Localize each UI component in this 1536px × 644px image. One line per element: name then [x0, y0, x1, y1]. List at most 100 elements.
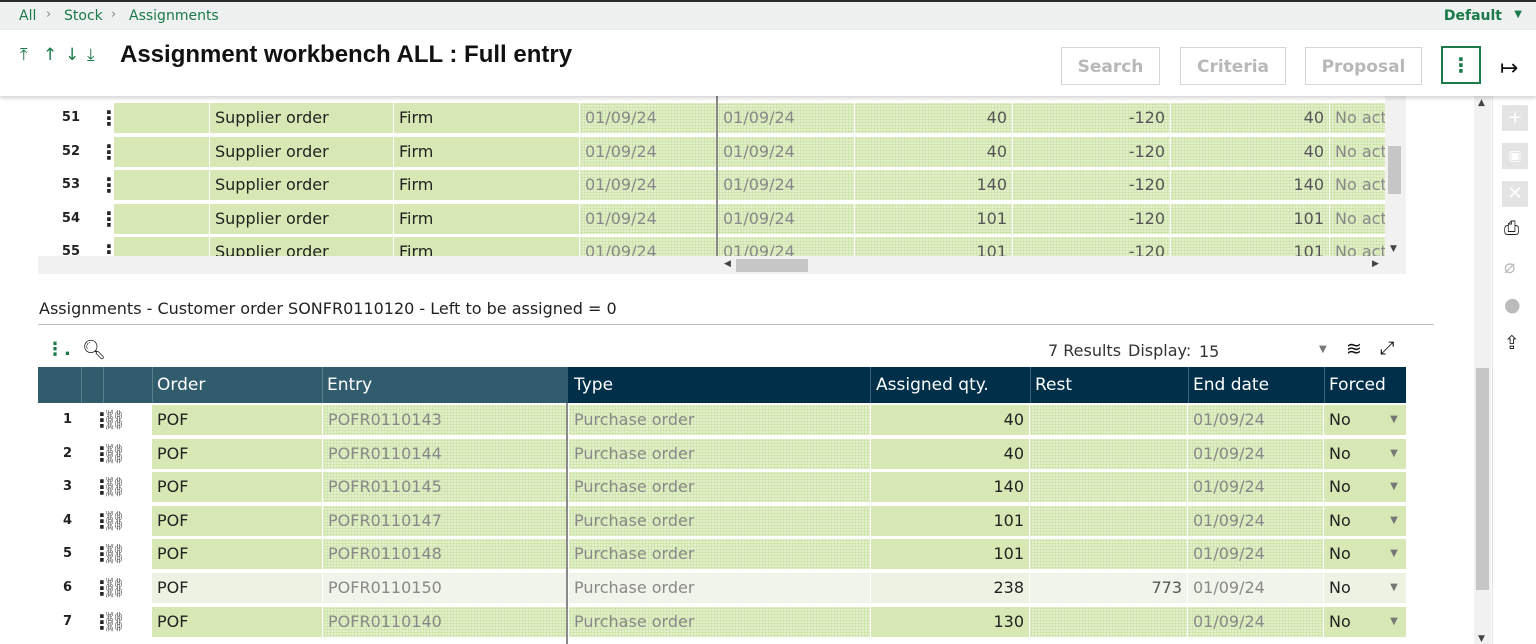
cell-rest[interactable] — [1030, 438, 1187, 469]
table-row[interactable]: 1 ⋮ ⛓ POF POFR0110143 Purchase order 40 01/09/2… — [38, 405, 1406, 435]
cell-qty[interactable]: 140 — [1171, 170, 1329, 201]
upper-hscrollbar[interactable]: ◀ ▶ — [38, 256, 1406, 274]
table-row[interactable]: 53 ⋮ Supplier order Firm 01/09/24 01/09/24 140… — [38, 170, 1390, 201]
table-row[interactable]: 7 ⋮ ⛓ POF POFR0110140 Purchase order 130 01/09/… — [38, 606, 1406, 637]
cell-action[interactable]: No act — [1330, 136, 1390, 167]
cell-qty[interactable]: -120 — [1013, 103, 1170, 133]
cell-date[interactable]: 01/09/24 — [718, 237, 854, 256]
comment-icon[interactable]: ● — [1504, 294, 1521, 316]
cell-rest[interactable] — [1030, 606, 1187, 637]
column-header-entry[interactable]: Entry — [322, 367, 377, 403]
cell-entry[interactable]: POFR0110147 — [323, 505, 566, 536]
cell-end-date[interactable]: 01/09/24 — [1188, 438, 1323, 469]
cell-type[interactable]: Purchase order — [569, 606, 870, 637]
table-row[interactable]: 55 ⋮ Supplier order Firm 01/09/24 01/09/24 101… — [38, 237, 1390, 256]
cell-order[interactable]: POF — [152, 438, 322, 469]
previous-record-icon[interactable]: ↑ — [43, 45, 57, 65]
breadcrumb-assignments[interactable]: Assignments — [129, 8, 219, 24]
cell-rest[interactable] — [1030, 472, 1187, 503]
cell-entry[interactable]: POFR0110144 — [323, 438, 566, 469]
cell-order[interactable]: POF — [152, 573, 322, 603]
criteria-button[interactable]: Criteria — [1180, 47, 1286, 85]
forced-select[interactable]: No ▼ — [1324, 573, 1406, 603]
search-button[interactable]: Search — [1061, 47, 1160, 85]
cell-type[interactable]: Supplier order — [210, 136, 393, 167]
cell-action[interactable]: No act — [1330, 203, 1390, 234]
cell-qty[interactable]: -120 — [1013, 136, 1170, 167]
breadcrumb-all[interactable]: All — [19, 8, 36, 24]
cell-type[interactable]: Purchase order — [569, 505, 870, 536]
cell-status[interactable]: Firm — [394, 170, 579, 201]
layers-icon[interactable]: ≋ — [1346, 338, 1362, 360]
link-icon[interactable]: ⛓ — [102, 539, 126, 569]
cell-qty[interactable]: 40 — [1171, 136, 1329, 167]
cell-entry[interactable]: POFR0110150 — [323, 573, 566, 603]
add-icon[interactable]: + — [1502, 105, 1528, 131]
cell-date[interactable]: 01/09/24 — [580, 103, 716, 133]
cell-entry[interactable]: POFR0110140 — [323, 606, 566, 637]
cell-order[interactable]: POF — [152, 405, 322, 435]
cell-qty[interactable]: -120 — [1013, 237, 1170, 256]
share-icon[interactable]: ⇪ — [1504, 332, 1520, 354]
forced-select[interactable]: No ▼ — [1324, 505, 1406, 536]
cell-status[interactable]: Firm — [394, 136, 579, 167]
cell-action[interactable]: No act — [1330, 103, 1390, 133]
cell-date[interactable]: 01/09/24 — [718, 136, 854, 167]
close-icon[interactable]: ✕ — [1502, 181, 1528, 207]
print-icon[interactable]: ⎙ — [1504, 217, 1519, 239]
cell-status[interactable]: Firm — [394, 203, 579, 234]
cell-qty[interactable]: 101 — [1171, 237, 1329, 256]
link-icon[interactable]: ⛓ — [102, 573, 126, 603]
cell-qty[interactable]: 140 — [855, 170, 1012, 201]
cell-entry[interactable]: POFR0110148 — [323, 539, 566, 570]
cell-blank[interactable] — [114, 203, 209, 234]
grid-actions-icon[interactable]: ⋮. — [46, 339, 71, 360]
caret-down-icon[interactable]: ▼ — [1382, 573, 1406, 603]
cell-rest[interactable] — [1030, 539, 1187, 570]
caret-down-icon[interactable]: ▼ — [1382, 506, 1406, 536]
caret-down-icon[interactable]: ▼ — [1382, 405, 1406, 435]
cell-qty[interactable]: 101 — [1171, 203, 1329, 234]
cell-assigned-qty[interactable]: 40 — [871, 438, 1029, 469]
cell-end-date[interactable]: 01/09/24 — [1188, 505, 1323, 536]
caret-down-icon[interactable]: ▼ — [1319, 344, 1327, 355]
table-row[interactable]: 5 ⋮ ⛓ POF POFR0110148 Purchase order 101 01/09/… — [38, 539, 1406, 570]
column-header-forced[interactable]: Forced — [1324, 367, 1391, 403]
cell-assigned-qty[interactable]: 101 — [871, 505, 1029, 536]
breadcrumb-stock[interactable]: Stock — [64, 8, 103, 24]
cell-date[interactable]: 01/09/24 — [718, 203, 854, 234]
cell-action[interactable]: No act — [1330, 170, 1390, 201]
column-header-assigned-qty[interactable]: Assigned qty. — [871, 367, 994, 403]
cell-entry[interactable]: POFR0110143 — [323, 405, 566, 435]
cell-date[interactable]: 01/09/24 — [718, 103, 854, 133]
caret-down-icon[interactable]: ▼ — [1382, 607, 1406, 637]
first-record-icon[interactable]: ⤒ — [20, 45, 28, 65]
cell-type[interactable]: Purchase order — [569, 472, 870, 503]
forced-select[interactable]: No ▼ — [1324, 405, 1406, 435]
search-icon[interactable]: 🔍︎ — [82, 338, 106, 361]
cell-end-date[interactable]: 01/09/24 — [1188, 405, 1323, 435]
attachment-icon[interactable]: ⌀ — [1504, 256, 1515, 278]
cell-end-date[interactable]: 01/09/24 — [1188, 539, 1323, 570]
cell-end-date[interactable]: 01/09/24 — [1188, 472, 1323, 503]
table-row[interactable]: 6 ⋮ ⛓ POF POFR0110150 Purchase order 238 773 01/… — [38, 573, 1406, 603]
cell-type[interactable]: Supplier order — [210, 103, 393, 133]
cell-date[interactable]: 01/09/24 — [718, 170, 854, 201]
cell-type[interactable]: Supplier order — [210, 237, 393, 256]
display-count-select[interactable]: 15 — [1199, 342, 1219, 361]
cell-qty[interactable]: 40 — [855, 136, 1012, 167]
cell-assigned-qty[interactable]: 238 — [871, 573, 1029, 603]
cell-qty[interactable]: 101 — [855, 203, 1012, 234]
link-icon[interactable]: ⛓ — [102, 405, 126, 435]
cell-qty[interactable]: -120 — [1013, 170, 1170, 201]
link-icon[interactable]: ⛓ — [102, 607, 126, 637]
link-icon[interactable]: ⛓ — [102, 506, 126, 536]
last-record-icon[interactable]: ⤓ — [87, 45, 95, 65]
cell-rest[interactable] — [1030, 505, 1187, 536]
table-row[interactable]: 51 ⋮ Supplier order Firm 01/09/24 01/09/24 40-… — [38, 103, 1390, 133]
table-row[interactable]: 4 ⋮ ⛓ POF POFR0110147 Purchase order 101 01/09/… — [38, 505, 1406, 536]
column-header-order[interactable]: Order — [152, 367, 210, 403]
forced-select[interactable]: No ▼ — [1324, 606, 1406, 637]
exit-icon[interactable]: ↦ — [1500, 56, 1518, 81]
page-vscrollbar[interactable]: ▲ ▼ — [1474, 96, 1491, 644]
